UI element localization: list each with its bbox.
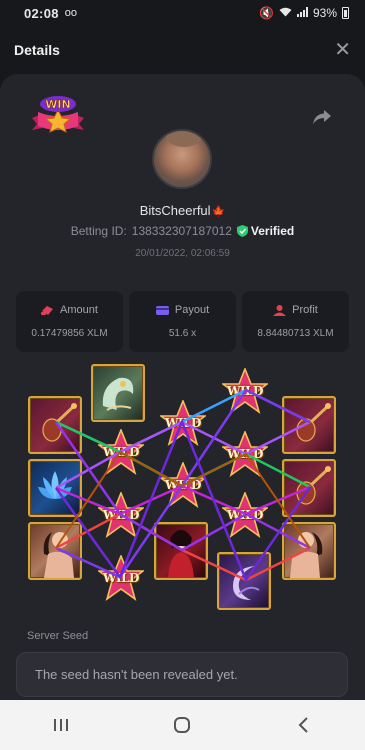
home-button[interactable]: [162, 705, 202, 745]
stat-amount-value: 0.17479856 XLM: [31, 328, 108, 339]
verified-badge: Verified: [236, 224, 295, 238]
battery-icon: [342, 7, 349, 19]
verified-shield-icon: [236, 225, 248, 237]
mute-icon: 🔇: [259, 6, 274, 20]
details-header: Details ✕: [0, 26, 365, 74]
stat-profit-value: 8.84480713 XLM: [257, 328, 334, 339]
payline: [55, 512, 311, 582]
status-bar: 02:08 oo 🔇 93%: [0, 0, 365, 26]
close-icon[interactable]: ✕: [334, 40, 351, 60]
stat-profit: Profit 8.84480713 XLM: [242, 291, 349, 352]
wallet-icon: [155, 305, 169, 315]
username: BitsCheerful🍁: [0, 203, 365, 218]
stat-amount-head: Amount: [16, 304, 123, 316]
avatar[interactable]: [152, 129, 212, 189]
profit-icon: [273, 304, 287, 316]
payline: [54, 418, 312, 583]
stat-profit-head: Profit: [242, 304, 349, 316]
betting-id-value: 138332307187012: [131, 224, 232, 238]
paylines-overlay: [54, 388, 312, 583]
verified-label: Verified: [250, 224, 295, 238]
server-seed-label: Server Seed: [27, 630, 89, 642]
slot-result-grid: WILD WILD WILD WILD WILD WILD WILD WILD: [20, 362, 345, 617]
signal-icon: [296, 6, 308, 20]
status-time: 02:08: [24, 5, 59, 21]
timestamp: 20/01/2022, 02:06:59: [135, 248, 230, 259]
share-icon[interactable]: [312, 108, 332, 126]
betting-id-row: Betting ID: 138332307187012 Verified: [0, 224, 365, 238]
android-nav-bar: [0, 700, 365, 750]
stat-amount: Amount 0.17479856 XLM: [16, 291, 123, 352]
payline: [55, 388, 311, 454]
win-logo-text: WIN: [45, 98, 70, 111]
stat-payout-value: 51.6 x: [168, 328, 197, 339]
stat-payout: Payout 51.6 x: [129, 291, 236, 352]
back-icon: [298, 717, 308, 733]
stat-payout-label: Payout: [174, 304, 210, 316]
home-icon: [174, 717, 191, 733]
flag-icon: 🍁: [211, 206, 226, 218]
stat-amount-label: Amount: [60, 304, 98, 316]
voicemail-icon: oo: [64, 7, 77, 19]
server-seed-field[interactable]: The seed hasn't been revealed yet.: [16, 652, 348, 697]
page-title: Details: [14, 42, 60, 58]
stat-payout-head: Payout: [129, 304, 236, 316]
win-badge-logo: WIN: [32, 96, 84, 133]
betting-id-label: Betting ID:: [70, 224, 127, 238]
back-button[interactable]: [284, 705, 324, 745]
coins-icon: [41, 305, 54, 315]
battery-percent: 93%: [312, 6, 337, 20]
recents-icon: [53, 719, 68, 731]
recents-button[interactable]: [41, 705, 81, 745]
status-icons: 🔇 93%: [259, 6, 349, 20]
server-seed-value: The seed hasn't been revealed yet.: [35, 667, 238, 682]
stat-profit-label: Profit: [292, 304, 318, 316]
username-text: BitsCheerful: [139, 203, 211, 218]
wifi-icon: [279, 6, 292, 20]
